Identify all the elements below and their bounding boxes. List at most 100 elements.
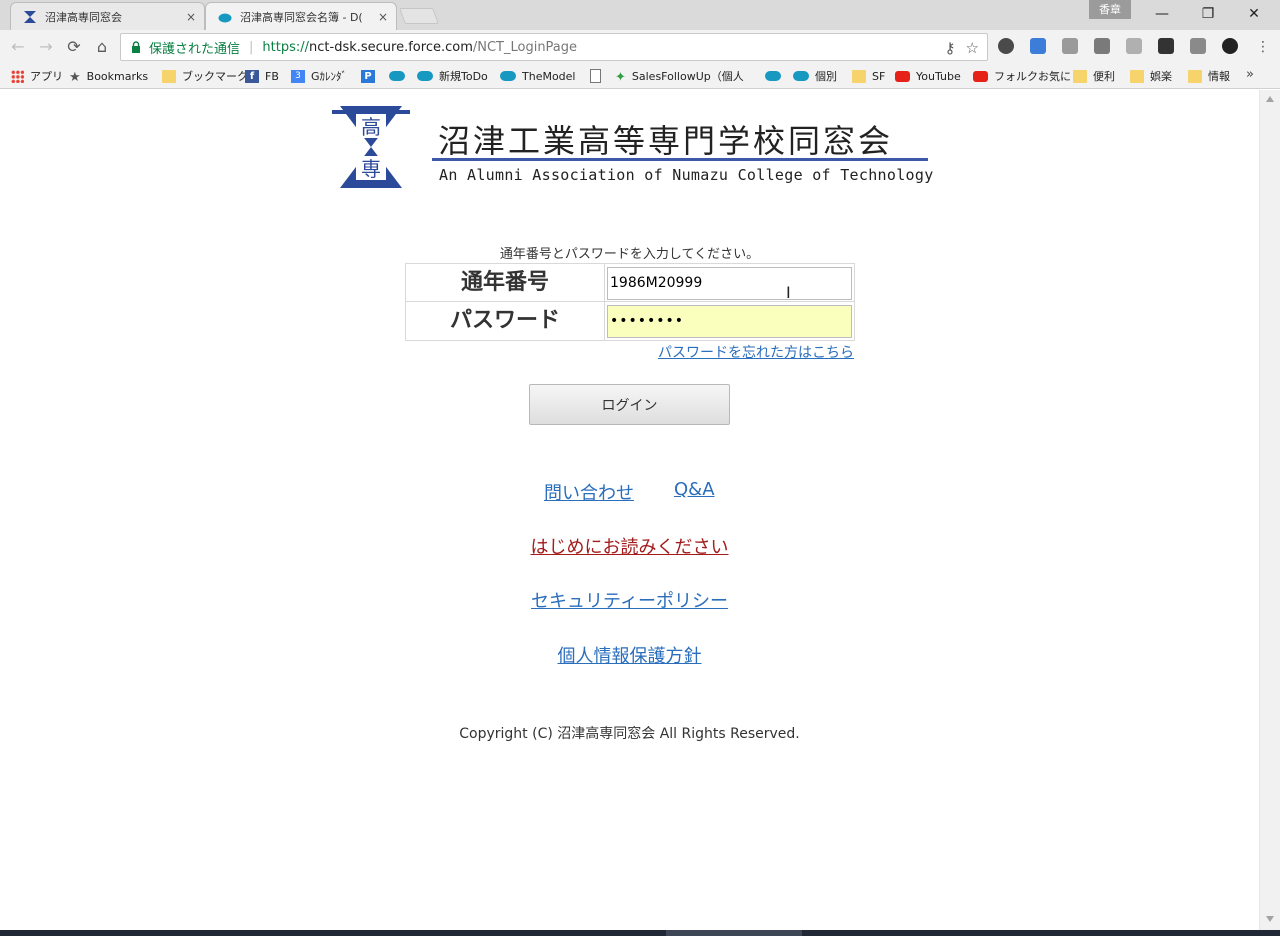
qa-link[interactable]: Q&A — [674, 479, 715, 500]
bookmark-benri[interactable]: 便利 — [1073, 67, 1115, 85]
bookmark-label: アプリ — [30, 70, 63, 83]
bookmark-label: ブックマーク — [182, 70, 248, 83]
bookmark-new-todo[interactable]: 新規ToDo — [417, 67, 488, 85]
taskbar-active-item[interactable] — [666, 930, 802, 936]
bookmark-label: 娯楽 — [1150, 70, 1172, 83]
bookmark-label: 新規ToDo — [439, 70, 488, 83]
url-scheme: https:// — [262, 39, 310, 55]
alumni-favicon-icon — [24, 10, 36, 23]
bookmark-p[interactable]: P — [361, 67, 381, 85]
bookmark-label: SF — [872, 69, 886, 83]
id-input[interactable]: 1986M20999 — [607, 267, 852, 300]
star-icon: ★ — [69, 69, 81, 85]
bookmark-star-icon[interactable]: ☆ — [966, 39, 979, 57]
login-form: 通年番号 1986M20999 パスワード •••••••• — [405, 263, 855, 341]
home-button[interactable]: ⌂ — [91, 36, 113, 58]
evernote-extension-icon[interactable] — [998, 38, 1014, 54]
terminal-extension-icon[interactable] — [1158, 38, 1174, 54]
read-first-link[interactable]: はじめにお読みください — [531, 537, 729, 558]
p-icon: P — [361, 69, 375, 83]
salesforce-cloud-icon — [500, 71, 516, 81]
bookmark-salesforce-2[interactable] — [765, 67, 787, 85]
bookmark-label: 情報 — [1208, 70, 1230, 83]
tab-strip: 沼津高専同窓会 × 沼津高専同窓会名簿 - D( × 香章 — ❐ ✕ — [0, 0, 1280, 30]
password-row: パスワード •••••••• — [406, 302, 854, 340]
bookmark-gcalendar[interactable]: 3 Gｶﾚﾝﾀﾞ — [291, 67, 347, 85]
login-button[interactable]: ログイン — [529, 384, 730, 425]
scroll-up-arrow-icon[interactable] — [1266, 96, 1274, 102]
tablet-extension-icon[interactable] — [1094, 38, 1110, 54]
bookmark-kobetsu[interactable]: 個別 — [793, 67, 837, 85]
bookmark-volk-favorites[interactable]: フォルクお気に — [973, 67, 1071, 85]
omnibox-separator: | — [249, 39, 254, 55]
youtube-icon — [895, 70, 910, 82]
folder-icon — [1130, 69, 1144, 83]
bookmark-label: フォルクお気に — [994, 70, 1071, 83]
salesforce-cloud-icon — [389, 71, 405, 81]
bookmark-salesforce[interactable] — [389, 67, 411, 85]
bookmark-document[interactable] — [590, 67, 607, 85]
tab-close-icon[interactable]: × — [186, 10, 196, 24]
tab-title: 沼津高専同窓会 — [45, 10, 122, 24]
password-label: パスワード — [406, 302, 605, 340]
security-policy-link[interactable]: セキュリティーポリシー — [531, 591, 728, 612]
bookmark-goraku[interactable]: 娯楽 — [1130, 67, 1172, 85]
bookmark-themodel[interactable]: TheModel — [500, 67, 576, 85]
association-subtitle: An Alumni Association of Numazu College … — [439, 166, 934, 184]
salesforce-cloud-icon — [765, 71, 781, 81]
profile-button[interactable]: 香章 — [1089, 0, 1131, 19]
bookmark-youtube[interactable]: YouTube — [895, 67, 961, 85]
password-input[interactable]: •••••••• — [607, 305, 852, 338]
salesforce-cloud-icon — [218, 13, 232, 22]
close-window-button[interactable]: ✕ — [1231, 0, 1277, 28]
bookmark-label: Gｶﾚﾝﾀﾞ — [311, 70, 348, 83]
bookmark-fb[interactable]: f FB — [245, 67, 279, 85]
bl-extension-icon[interactable] — [1030, 38, 1046, 54]
tab-close-icon[interactable]: × — [378, 10, 388, 24]
new-tab-button[interactable] — [399, 8, 439, 24]
key-icon[interactable]: ⚷ — [945, 39, 956, 57]
os-taskbar — [0, 930, 1280, 936]
bookmark-bookmarks[interactable]: ★ Bookmarks — [69, 67, 148, 85]
lock-icon — [132, 41, 140, 53]
bookmarks-overflow-button[interactable]: » — [1246, 67, 1254, 82]
reload-button[interactable]: ⟳ — [63, 36, 85, 58]
bookmark-label: 便利 — [1093, 70, 1115, 83]
menu-icon[interactable]: ⋮ — [1252, 36, 1274, 58]
inquiry-link[interactable]: 問い合わせ — [544, 479, 634, 505]
forward-button[interactable]: → — [35, 36, 57, 58]
folder-icon — [852, 69, 866, 83]
account-extension-icon[interactable] — [1222, 38, 1238, 54]
tab-alumni-directory[interactable]: 沼津高専同窓会名簿 - D( × — [205, 2, 397, 30]
bookmark-label: YouTube — [916, 69, 961, 83]
bookmark-label: TheModel — [522, 69, 576, 83]
puzzle-extension-icon[interactable] — [1126, 38, 1142, 54]
bookmark-sf[interactable]: SF — [852, 67, 885, 85]
minimize-button[interactable]: — — [1139, 0, 1185, 28]
address-bar[interactable]: 保護された通信 | https:// nct-dsk.secure.force.… — [120, 33, 988, 61]
back-button[interactable]: ← — [7, 36, 29, 58]
facebook-icon: f — [245, 69, 259, 83]
vertical-scrollbar[interactable] — [1259, 90, 1280, 930]
runner-icon: ✦ — [615, 69, 626, 85]
id-label: 通年番号 — [406, 264, 605, 302]
camera-extension-icon[interactable] — [1062, 38, 1078, 54]
forgot-password-link[interactable]: パスワードを忘れた方はこちら — [658, 342, 854, 362]
security-policy-row: セキュリティーポリシー — [0, 587, 1259, 613]
bookmark-label: 個別 — [815, 70, 837, 83]
alumni-logo: 高 専 沼津工業高等専門学校同窓会 An Alumni Association … — [330, 104, 933, 192]
privacy-policy-link[interactable]: 個人情報保護方針 — [558, 646, 702, 667]
scroll-down-arrow-icon[interactable] — [1266, 916, 1274, 922]
bookmark-jouhou[interactable]: 情報 — [1188, 67, 1230, 85]
bookmark-salesfollowup[interactable]: ✦ SalesFollowUp（個人 — [615, 67, 744, 85]
bookmarks-bar: アプリ ★ Bookmarks ブックマーク f FB 3 Gｶﾚﾝﾀﾞ P 新規To… — [0, 63, 1280, 89]
restore-button[interactable]: ❐ — [1185, 0, 1231, 28]
bookmark-folder-bookmark[interactable]: ブックマーク — [162, 67, 248, 85]
privacy-policy-row: 個人情報保護方針 — [0, 642, 1259, 668]
tab-alumni-home[interactable]: 沼津高専同窓会 × — [10, 2, 205, 30]
bookmark-apps[interactable]: アプリ — [11, 67, 63, 85]
login-instruction: 通年番号とパスワードを入力してください。 — [499, 247, 760, 262]
note-extension-icon[interactable] — [1190, 38, 1206, 54]
bookmark-label: Bookmarks — [86, 69, 149, 83]
bookmark-label: SalesFollowUp（個人 — [631, 70, 744, 83]
